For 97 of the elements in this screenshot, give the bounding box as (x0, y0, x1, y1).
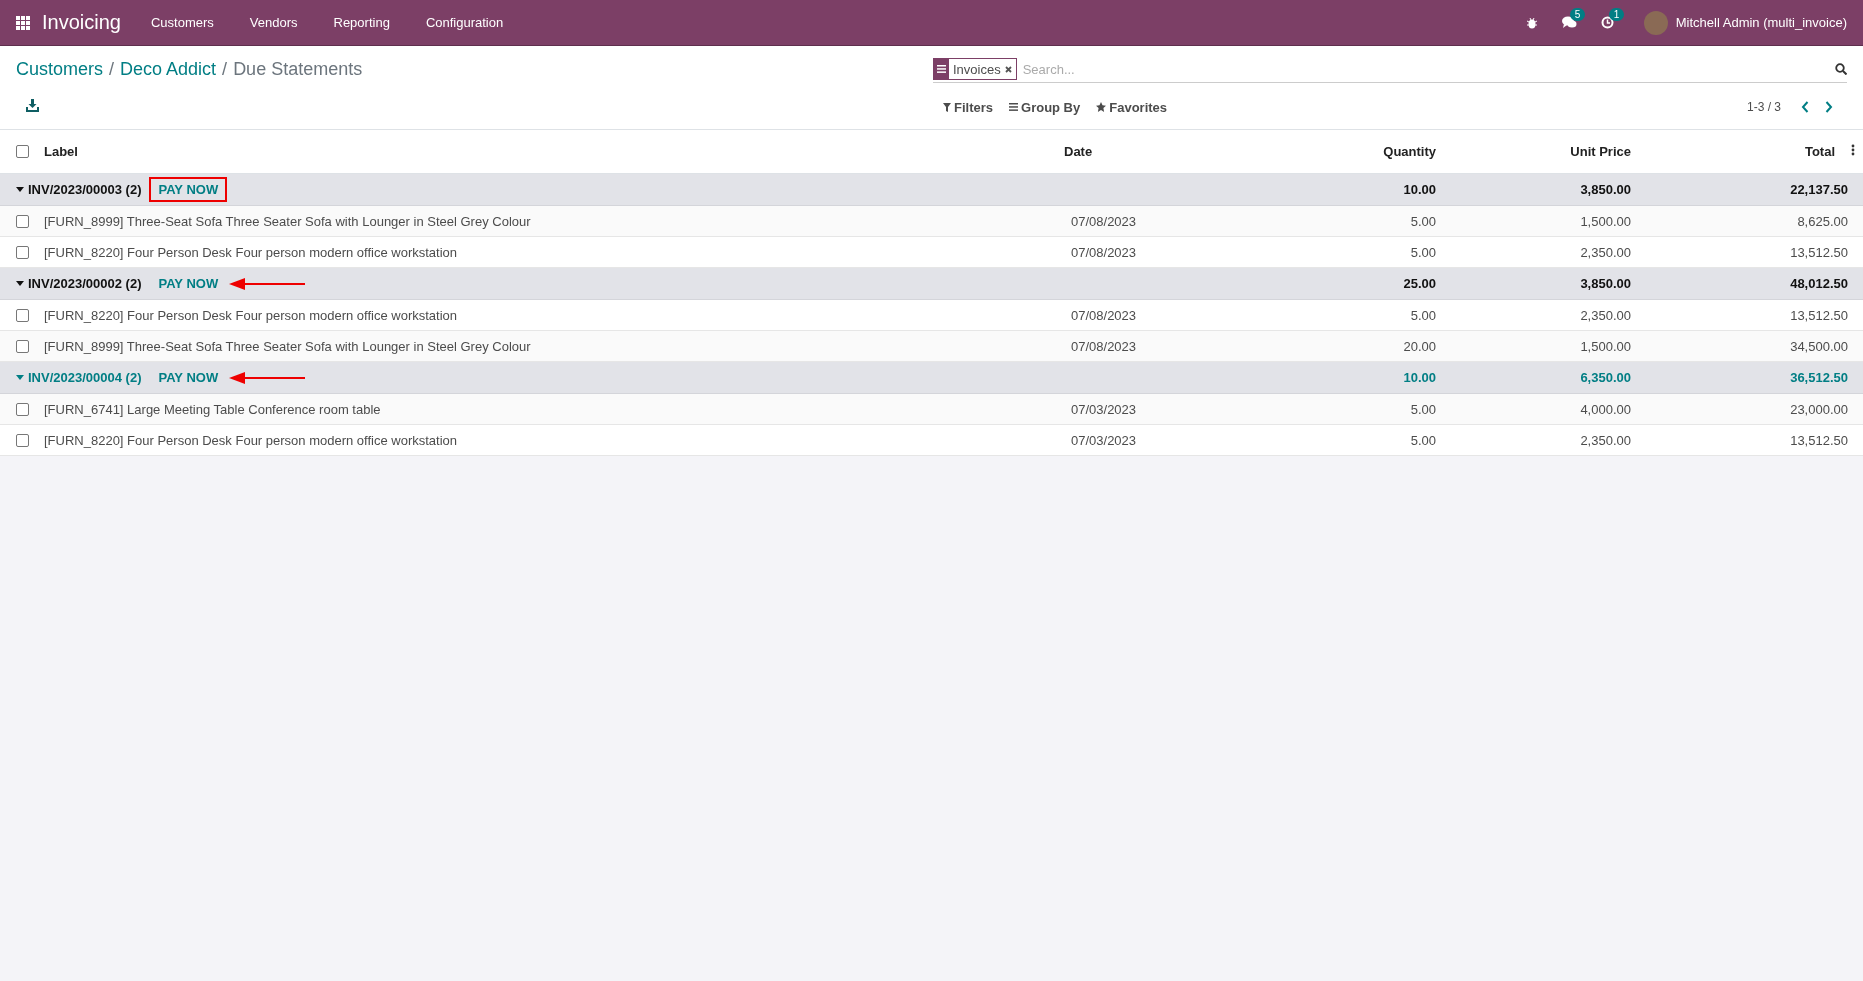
table-cell-text: 5.00 (1409, 244, 1437, 260)
group-quantity: 10.00 (1402, 370, 1437, 385)
table-cell-text: 4,000.00 (1579, 401, 1632, 417)
table-cell-text: 5.00 (1409, 401, 1437, 417)
group-total: 48,012.50 (1789, 276, 1849, 291)
list-icon (937, 65, 946, 73)
row-checkbox[interactable] (15, 402, 29, 416)
table-cell-text: [FURN_8999] Three-Seat Sofa Three Seater Sofa with Lounger in Steel Grey Colour (44, 338, 532, 354)
page-title: Due Statements (233, 59, 363, 80)
search-input[interactable]: Search... (1020, 60, 1835, 78)
message-count-badge: 5 (1569, 8, 1586, 21)
list-icon (1009, 103, 1018, 111)
bug-icon[interactable] (1525, 16, 1538, 29)
table-cell-text: 5.00 (1409, 307, 1437, 323)
chevron-right-icon[interactable] (1825, 101, 1833, 113)
pay-now-button[interactable]: PAY NOW (149, 365, 228, 390)
table-cell-text: 13,512.50 (1789, 244, 1849, 260)
menu-item[interactable]: Vendors (249, 15, 298, 30)
column-header[interactable]: Total (1639, 144, 1863, 159)
app-title[interactable]: Invoicing (42, 11, 121, 34)
table-cell-text: 5.00 (1409, 213, 1437, 229)
table-cell-text: 07/03/2023 (1070, 432, 1138, 448)
breadcrumb-link[interactable]: Deco Addict (120, 59, 217, 80)
pager-value[interactable]: 1-3 / 3 (1746, 100, 1781, 114)
star-icon (1096, 102, 1107, 112)
table-cell-text: 20.00 (1402, 338, 1437, 354)
download-icon[interactable] (26, 99, 39, 112)
table-cell-text: 07/08/2023 (1070, 307, 1138, 323)
table-cell-text: 2,350.00 (1579, 244, 1632, 260)
table-cell-text: 07/08/2023 (1070, 338, 1138, 354)
pay-now-button[interactable]: PAY NOW (149, 271, 228, 296)
table-cell-text: 5.00 (1409, 432, 1437, 448)
row-checkbox[interactable] (15, 145, 29, 158)
group-unit-price: 3,850.00 (1579, 276, 1632, 291)
row-checkbox[interactable] (15, 433, 29, 447)
close-icon[interactable] (1004, 65, 1012, 73)
menu-item[interactable]: Reporting (333, 15, 390, 30)
table-cell-text: [FURN_8999] Three-Seat Sofa Three Seater Sofa with Lounger in Steel Grey Colour (44, 213, 532, 229)
chevron-left-icon[interactable] (1801, 101, 1809, 113)
clock-icon[interactable] (1600, 16, 1614, 29)
search-field[interactable]: Invoices Search... (933, 56, 1847, 83)
search-option-button[interactable]: Favorites (1096, 99, 1168, 115)
caret-down-icon (16, 280, 24, 287)
table-cell-text: 07/08/2023 (1070, 213, 1138, 229)
facet-label: Invoices (952, 60, 1002, 79)
table-cell-text: [FURN_8220] Four Person Desk Four person modern office workstation (44, 307, 459, 323)
row-checkbox[interactable] (15, 214, 29, 228)
table-cell-text: 1,500.00 (1579, 213, 1632, 229)
breadcrumb-link[interactable]: Customers (16, 59, 104, 80)
group-row[interactable]: INV/2023/00003 (2) PAY NOW 10.00 3,850.00 22,137.50 (0, 174, 1863, 206)
caret-down-icon (16, 186, 24, 193)
search-option-button[interactable]: Group By (1009, 99, 1081, 115)
table-cell-text: 2,350.00 (1579, 307, 1632, 323)
table-cell-text: 07/08/2023 (1070, 244, 1138, 260)
group-name: INV/2023/00003 (2) (28, 182, 142, 197)
caret-down-icon (16, 374, 24, 381)
group-total: 22,137.50 (1789, 182, 1849, 197)
row-checkbox[interactable] (15, 339, 29, 353)
group-row[interactable]: INV/2023/00002 (2) PAY NOW 25.00 3,850.00 48,012.50 (0, 268, 1863, 300)
table-cell-text: [FURN_8220] Four Person Desk Four person modern office workstation (44, 244, 459, 260)
table-cell-text: 8,625.00 (1796, 213, 1849, 229)
breadcrumb-separator: / (222, 59, 228, 80)
pay-now-button[interactable]: PAY NOW (149, 177, 228, 202)
apps-menu-icon[interactable] (16, 15, 30, 30)
table-cell-text: 13,512.50 (1789, 307, 1849, 323)
table-cell-text: [FURN_8220] Four Person Desk Four person modern office workstation (44, 432, 459, 448)
group-unit-price: 3,850.00 (1579, 182, 1632, 197)
group-quantity: 25.00 (1402, 276, 1437, 291)
search-option-button[interactable]: Filters (943, 99, 993, 115)
table-cell-text: 34,500.00 (1789, 338, 1849, 354)
row-checkbox[interactable] (15, 245, 29, 259)
column-header[interactable]: Date (1064, 144, 1264, 159)
table-cell-text: [FURN_6741] Large Meeting Table Conference room table (44, 401, 382, 417)
table-cell-text: 2,350.00 (1579, 432, 1632, 448)
column-header[interactable]: Unit Price (1444, 144, 1639, 159)
filter-facet[interactable]: Invoices (933, 58, 1017, 80)
search-icon[interactable] (1835, 63, 1847, 75)
group-quantity: 10.00 (1402, 182, 1437, 197)
filter-icon (943, 102, 951, 112)
table-cell-text: 13,512.50 (1789, 432, 1849, 448)
group-row[interactable]: INV/2023/00004 (2) PAY NOW 10.00 6,350.00 36,512.50 (0, 362, 1863, 394)
group-name: INV/2023/00002 (2) (28, 276, 142, 291)
table-cell-text: 1,500.00 (1579, 338, 1632, 354)
menu-item[interactable]: Configuration (425, 15, 504, 30)
user-name[interactable]: Mitchell Admin (multi_invoice) (1675, 15, 1847, 30)
column-header[interactable]: Quantity (1264, 144, 1444, 159)
group-name: INV/2023/00004 (2) (28, 370, 142, 385)
row-checkbox[interactable] (15, 308, 29, 322)
kebab-menu-icon[interactable] (1851, 144, 1855, 156)
group-total: 36,512.50 (1789, 370, 1849, 385)
group-unit-price: 6,350.00 (1579, 370, 1632, 385)
table-cell-text: 23,000.00 (1789, 401, 1849, 417)
activity-count-badge: 1 (1608, 8, 1625, 21)
menu-item[interactable]: Customers (150, 15, 214, 30)
column-header[interactable]: Label (44, 144, 1064, 159)
breadcrumb-separator: / (109, 59, 115, 80)
table-cell-text: 07/03/2023 (1070, 401, 1138, 417)
